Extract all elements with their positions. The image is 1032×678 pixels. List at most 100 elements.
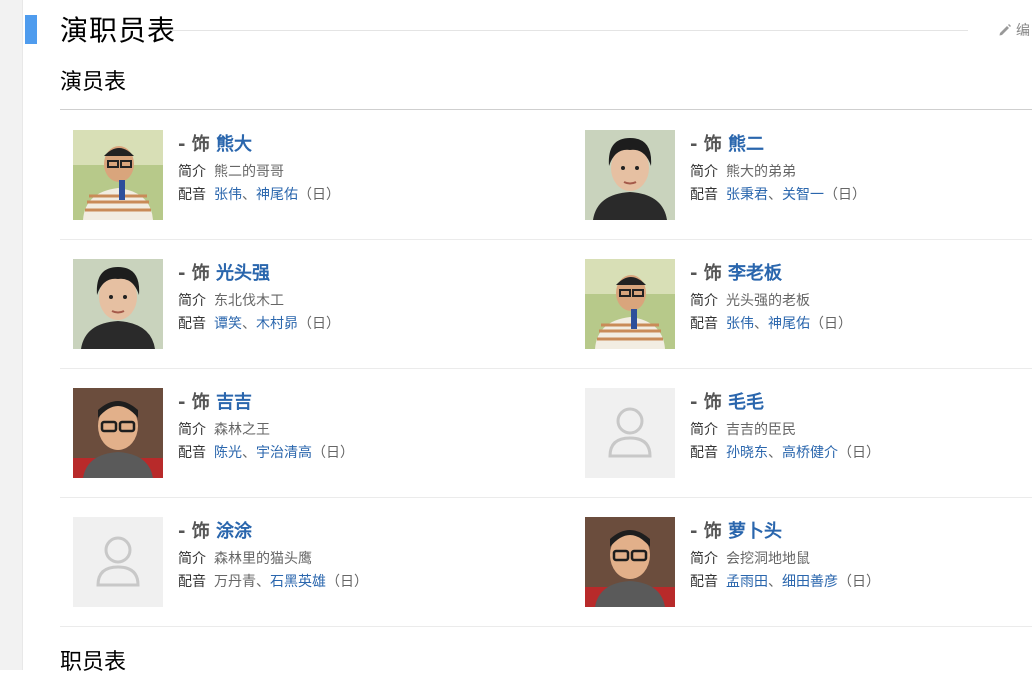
actor-photo[interactable] — [73, 388, 163, 478]
description-line: 简介 东北伐木工 — [178, 291, 518, 311]
voice-actor-name[interactable]: 宇治清高 — [256, 445, 312, 461]
separator: 、 — [242, 316, 256, 332]
pencil-icon — [998, 23, 1016, 39]
description-text: 东北伐木工 — [214, 293, 284, 309]
voice-actor-line: 配音 孟雨田、细田善彦（日） — [690, 572, 1030, 592]
description-line: 简介 森林之王 — [178, 420, 518, 440]
section-title-marker — [25, 15, 37, 44]
description-label: 简介 — [690, 551, 718, 567]
voice-label: 配音 — [178, 574, 206, 590]
description-label: 简介 — [178, 551, 206, 567]
voice-label: 配音 — [178, 316, 206, 332]
language-suffix: （日） — [298, 187, 340, 203]
edit-button[interactable]: 编 — [998, 20, 1030, 40]
role-name-link[interactable]: 熊二 — [728, 134, 764, 155]
language-suffix: （日） — [838, 445, 880, 461]
language-suffix: （日） — [810, 316, 852, 332]
actor-photo[interactable] — [73, 130, 163, 220]
cast-card: - 饰 毛毛 简介 吉吉的臣民 配音 孙晓东、高桥健介（日） — [585, 388, 1025, 478]
cast-section-title: 演员表 — [60, 70, 127, 95]
separator: 、 — [242, 445, 256, 461]
actor-photo[interactable] — [73, 259, 163, 349]
description-label: 简介 — [690, 164, 718, 180]
voice-actor-name[interactable]: 木村昴 — [256, 316, 298, 332]
role-prefix: - 饰 — [178, 392, 217, 413]
language-suffix: （日） — [326, 574, 368, 590]
role-prefix: - 饰 — [178, 263, 217, 284]
voice-actor-name[interactable]: 张伟 — [214, 187, 242, 203]
voice-actor-name[interactable]: 神尾佑 — [256, 187, 298, 203]
role-name-link[interactable]: 熊大 — [216, 134, 252, 155]
description-label: 简介 — [690, 293, 718, 309]
row-divider — [60, 239, 1032, 240]
language-suffix: （日） — [838, 574, 880, 590]
description-text: 会挖洞地地鼠 — [726, 551, 810, 567]
description-label: 简介 — [178, 293, 206, 309]
cast-card: - 饰 萝卜头 简介 会挖洞地地鼠 配音 孟雨田、细田善彦（日） — [585, 517, 1025, 607]
cast-card: - 饰 吉吉 简介 森林之王 配音 陈光、宇治清高（日） — [73, 388, 513, 478]
title-divider — [172, 30, 968, 31]
description-line: 简介 会挖洞地地鼠 — [690, 549, 1030, 569]
actor-photo[interactable] — [585, 130, 675, 220]
role-prefix: - 饰 — [690, 521, 729, 542]
voice-actor-name[interactable]: 细田善彦 — [782, 574, 838, 590]
voice-actor-name[interactable]: 孟雨田 — [726, 574, 768, 590]
voice-actor-name[interactable]: 神尾佑 — [768, 316, 810, 332]
role-name-link[interactable]: 萝卜头 — [728, 521, 782, 542]
role-name-link[interactable]: 李老板 — [728, 263, 782, 284]
voice-label: 配音 — [690, 574, 718, 590]
description-line: 简介 光头强的老板 — [690, 291, 1030, 311]
role-line: - 饰 吉吉 — [178, 390, 518, 416]
role-line: - 饰 李老板 — [690, 261, 1030, 287]
language-suffix: （日） — [824, 187, 866, 203]
role-name-link[interactable]: 吉吉 — [216, 392, 252, 413]
voice-actor-name[interactable]: 关智一 — [782, 187, 824, 203]
role-prefix: - 饰 — [178, 134, 217, 155]
voice-actor-name[interactable]: 高桥健介 — [782, 445, 838, 461]
actor-photo[interactable] — [585, 517, 675, 607]
description-line: 简介 熊大的弟弟 — [690, 162, 1030, 182]
description-line: 简介 森林里的猫头鹰 — [178, 549, 518, 569]
role-name-link[interactable]: 涂涂 — [216, 521, 252, 542]
actor-photo[interactable] — [585, 259, 675, 349]
voice-label: 配音 — [690, 316, 718, 332]
voice-label: 配音 — [690, 187, 718, 203]
voice-actor-name: 万丹青 — [214, 574, 256, 590]
language-suffix: （日） — [298, 316, 340, 332]
cast-card: - 饰 李老板 简介 光头强的老板 配音 张伟、神尾佑（日） — [585, 259, 1025, 349]
description-text: 森林之王 — [214, 422, 270, 438]
separator: 、 — [256, 574, 270, 590]
voice-actor-line: 配音 孙晓东、高桥健介（日） — [690, 443, 1030, 463]
voice-actor-name[interactable]: 张秉君 — [726, 187, 768, 203]
separator: 、 — [768, 187, 782, 203]
description-label: 简介 — [178, 422, 206, 438]
role-name-link[interactable]: 光头强 — [216, 263, 270, 284]
row-divider — [60, 497, 1032, 498]
description-line: 简介 吉吉的臣民 — [690, 420, 1030, 440]
role-prefix: - 饰 — [690, 134, 729, 155]
voice-actor-line: 配音 张秉君、关智一（日） — [690, 185, 1030, 205]
row-divider — [60, 626, 1032, 627]
role-prefix: - 饰 — [690, 392, 729, 413]
left-rail — [0, 0, 23, 670]
cast-card: - 饰 涂涂 简介 森林里的猫头鹰 配音 万丹青、石黑英雄（日） — [73, 517, 513, 607]
avatar-placeholder-icon[interactable] — [585, 388, 675, 478]
role-name-link[interactable]: 毛毛 — [728, 392, 764, 413]
separator: 、 — [768, 574, 782, 590]
page-title: 演职员表 — [60, 14, 177, 47]
voice-actor-name[interactable]: 张伟 — [726, 316, 754, 332]
description-label: 简介 — [178, 164, 206, 180]
voice-actor-name[interactable]: 谭笑 — [214, 316, 242, 332]
voice-actor-name[interactable]: 陈光 — [214, 445, 242, 461]
voice-actor-name[interactable]: 石黑英雄 — [270, 574, 326, 590]
separator: 、 — [768, 445, 782, 461]
role-line: - 饰 熊二 — [690, 132, 1030, 158]
voice-actor-name[interactable]: 孙晓东 — [726, 445, 768, 461]
avatar-placeholder-icon[interactable] — [73, 517, 163, 607]
cast-section-divider — [60, 109, 1032, 110]
cast-card: - 饰 熊二 简介 熊大的弟弟 配音 张秉君、关智一（日） — [585, 130, 1025, 220]
role-line: - 饰 涂涂 — [178, 519, 518, 545]
role-prefix: - 饰 — [690, 263, 729, 284]
voice-actor-line: 配音 陈光、宇治清高（日） — [178, 443, 518, 463]
role-prefix: - 饰 — [178, 521, 217, 542]
